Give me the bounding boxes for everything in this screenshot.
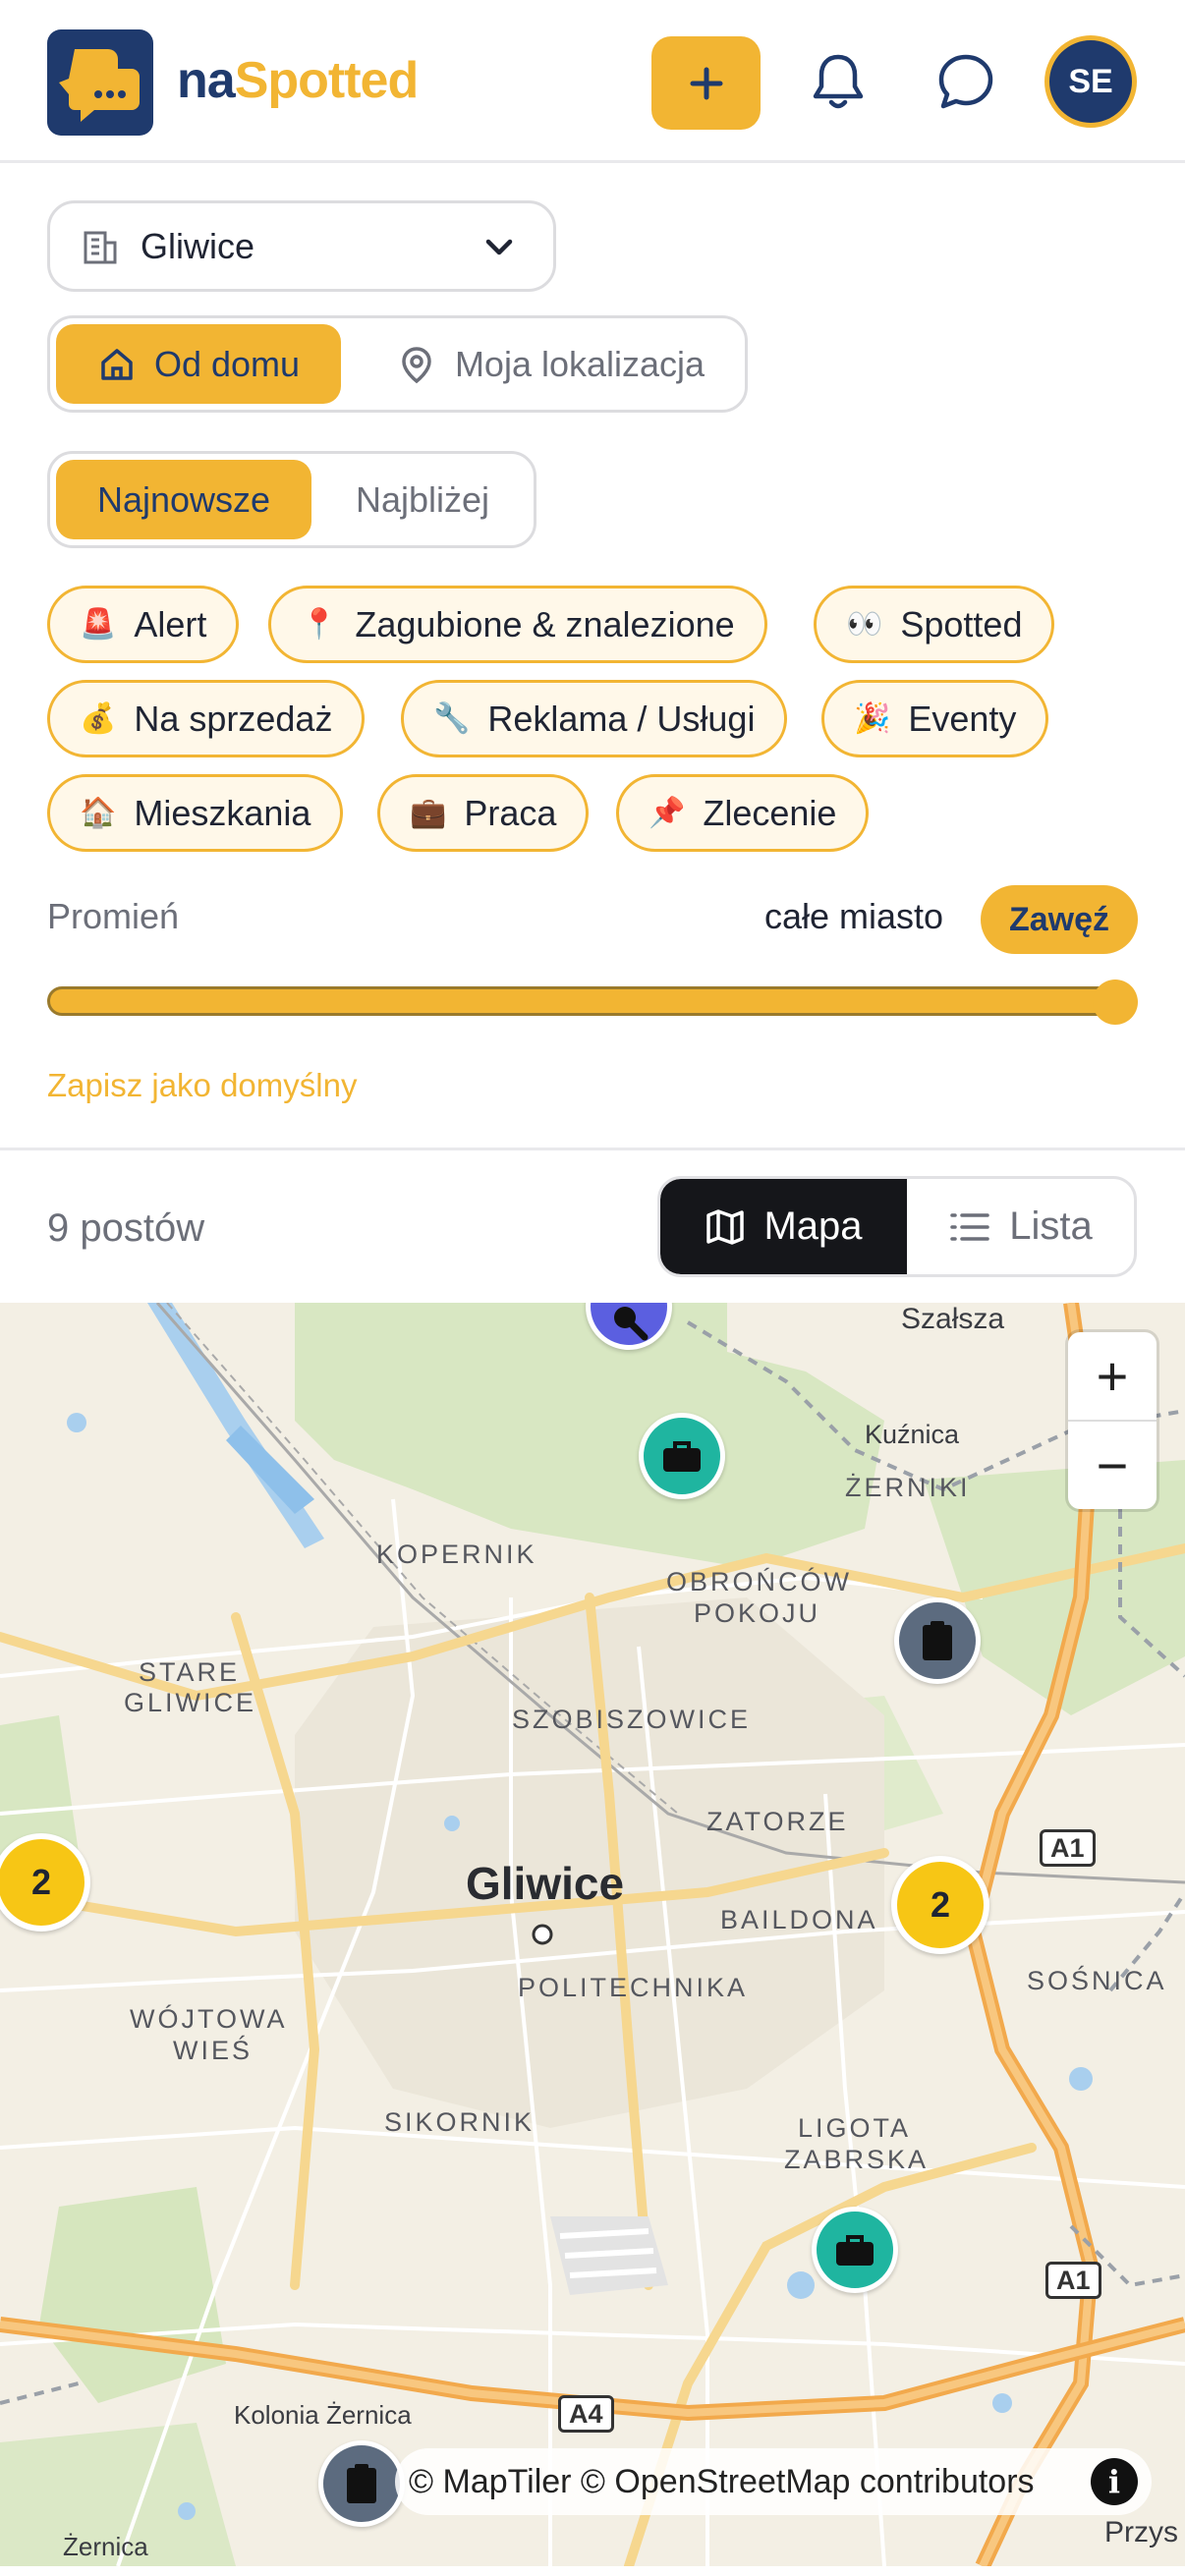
view-list-button[interactable]: Lista [907, 1179, 1134, 1274]
map-base-tiles [0, 1303, 1185, 2566]
radius-value: całe miasto [764, 896, 944, 936]
briefcase-icon: 💼 [410, 797, 447, 829]
map-label-wojtowa: WÓJTOWA [130, 2004, 288, 2034]
map-label-zerniki: ŻERNIKI [845, 1473, 971, 1502]
map-label-baildona: BAILDONA [720, 1905, 878, 1934]
pushpin-icon: 📌 [649, 797, 686, 829]
map-label-kolonia-zernica: Kolonia Żernica [234, 2400, 412, 2430]
map-marker-task[interactable] [894, 1597, 981, 1684]
road-badge-a1-south: A1 [1045, 2262, 1101, 2299]
map-label-zernica: Żernica [63, 2532, 148, 2561]
list-icon [950, 1212, 989, 1241]
app-logo[interactable] [47, 29, 153, 136]
map-label-stare-gliwice: GLIWICE [124, 1688, 257, 1717]
map-icon [706, 1208, 745, 1245]
chevron-down-icon [485, 239, 513, 255]
category-chip-services[interactable]: 🔧 Reklama / Usługi [401, 680, 788, 757]
bell-icon [813, 54, 864, 109]
attribution-text[interactable]: © MapTiler © OpenStreetMap contributors [409, 2463, 1035, 2501]
clipboard-icon [923, 1621, 952, 1660]
map-label-szobiszowice: SZOBISZOWICE [512, 1705, 752, 1734]
app-header: naSpotted SE [0, 0, 1185, 163]
messages-button[interactable] [931, 47, 1000, 116]
road-badge-a1: A1 [1040, 1829, 1096, 1867]
eyes-icon: 👀 [846, 608, 883, 641]
post-count: 9 postów [47, 1206, 205, 1250]
map-marker-job[interactable] [639, 1413, 725, 1499]
pin-icon: 📍 [301, 608, 338, 641]
location-mode-toggle: Od domu Moja lokalizacja [47, 315, 748, 413]
map-label-przys: Przys [1104, 2516, 1178, 2548]
briefcase-icon [836, 2235, 874, 2266]
map-label-wies: WIEŚ [173, 2036, 254, 2065]
location-mode-gps[interactable]: Moja lokalizacja [365, 324, 738, 404]
map-attribution: © MapTiler © OpenStreetMap contributors … [395, 2448, 1152, 2515]
category-chip-tasks[interactable]: 📌 Zlecenie [616, 774, 870, 852]
map-label-sosnica: SOŚNICA [1027, 1966, 1167, 1995]
save-default-link[interactable]: Zapisz jako domyślny [47, 1067, 357, 1104]
map-label-gliwice: Gliwice [466, 1858, 625, 1909]
zoom-out-button[interactable]: − [1068, 1422, 1157, 1509]
map-label-zatorze: ZATORZE [706, 1807, 849, 1836]
map-label-kuznica: Kuźnica [865, 1420, 960, 1449]
category-chip-housing[interactable]: 🏠 Mieszkania [47, 774, 344, 852]
road-badge-a4: A4 [558, 2395, 614, 2433]
map-pin-icon [402, 346, 431, 383]
category-chip-jobs[interactable]: 💼 Praca [377, 774, 590, 852]
user-avatar[interactable]: SE [1044, 35, 1137, 128]
category-chip-lost-found[interactable]: 📍 Zagubione & znalezione [268, 586, 767, 663]
map-label-obroncow: OBROŃCÓW [666, 1567, 852, 1596]
city-select[interactable]: Gliwice [47, 200, 556, 292]
siren-icon: 🚨 [80, 608, 117, 641]
category-chip-events[interactable]: 🎉 Eventy [821, 680, 1049, 757]
map-marker-job-south[interactable] [812, 2207, 898, 2293]
clipboard-icon [347, 2464, 376, 2503]
map-label-kopernik: KOPERNIK [376, 1540, 537, 1569]
radius-label: Promień [47, 896, 180, 936]
house-icon: 🏠 [80, 797, 117, 829]
category-chip-spotted[interactable]: 👀 Spotted [814, 586, 1055, 663]
brand-name: naSpotted [177, 52, 419, 109]
notifications-button[interactable] [804, 47, 873, 116]
narrow-radius-button[interactable]: Zawęź [981, 885, 1138, 954]
map-marker-task-south[interactable] [318, 2440, 405, 2527]
money-bag-icon: 💰 [80, 702, 117, 735]
posts-map[interactable]: Szałsza Kuźnica ŻERNIKI KOPERNIK OBROŃCÓ… [0, 1303, 1185, 2566]
city-select-value: Gliwice [141, 225, 255, 266]
sort-toggle: Najnowsze Najbliżej [47, 451, 536, 548]
radius-slider-thumb[interactable] [1093, 980, 1138, 1025]
view-toggle: Mapa Lista [657, 1176, 1137, 1277]
map-label-szalsza: Szałsza [901, 1303, 1005, 1335]
map-label-stare: STARE [139, 1657, 241, 1687]
map-label-ligota: LIGOTA [798, 2113, 912, 2143]
add-post-button[interactable] [651, 36, 761, 130]
home-icon [101, 348, 133, 380]
party-icon: 🎉 [854, 702, 891, 735]
zoom-in-button[interactable]: + [1068, 1332, 1157, 1420]
chat-icon [938, 54, 993, 109]
map-zoom-control: + − [1068, 1332, 1157, 1509]
radius-slider-track[interactable] [47, 986, 1116, 1016]
wrench-icon: 🔧 [433, 702, 471, 735]
map-cluster-east[interactable]: 2 [891, 1856, 989, 1954]
info-icon[interactable]: i [1091, 2458, 1138, 2505]
sort-newest[interactable]: Najnowsze [56, 460, 311, 539]
view-map-button[interactable]: Mapa [660, 1179, 907, 1274]
map-label-politechnika: POLITECHNIKA [518, 1973, 749, 2002]
building-icon [84, 231, 117, 263]
briefcase-icon [663, 1441, 701, 1472]
plus-icon [690, 67, 722, 99]
map-label-sikornik: SIKORNIK [384, 2107, 536, 2137]
map-label-pokoju: POKOJU [694, 1598, 821, 1628]
map-label-zabrska: ZABRSKA [784, 2145, 930, 2174]
location-mode-home[interactable]: Od domu [56, 324, 341, 404]
category-chip-alert[interactable]: 🚨 Alert [47, 586, 240, 663]
sort-nearest[interactable]: Najbliżej [317, 460, 528, 539]
section-divider [0, 1148, 1185, 1150]
magnifier-icon [614, 1307, 649, 1341]
category-chip-for-sale[interactable]: 💰 Na sprzedaż [47, 680, 366, 757]
